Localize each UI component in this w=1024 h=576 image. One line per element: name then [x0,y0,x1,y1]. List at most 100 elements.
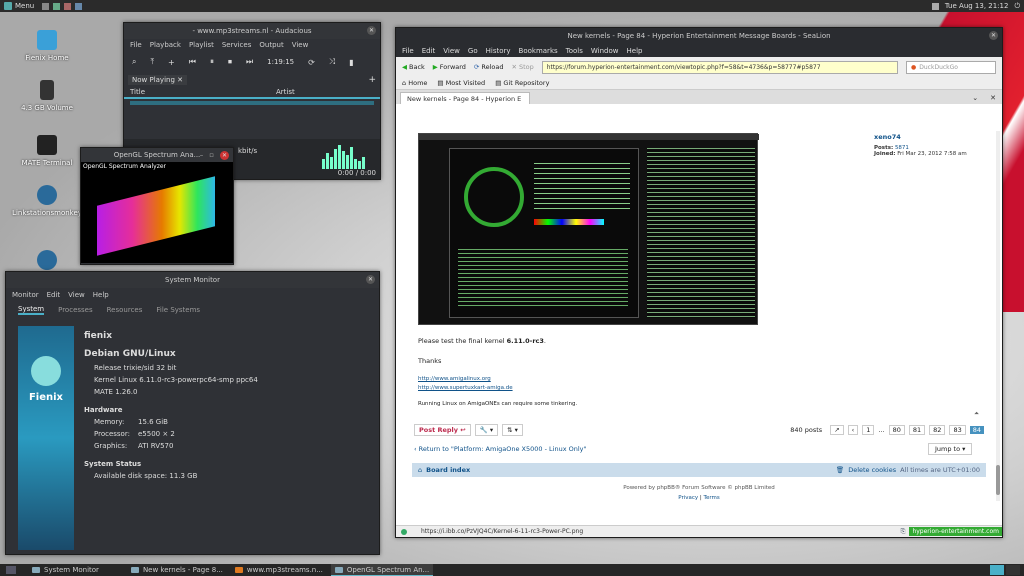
close-tab-icon[interactable]: ✕ [990,94,996,102]
menu-view[interactable]: View [443,47,460,55]
menu-help[interactable]: Help [627,47,643,55]
stop-icon[interactable]: ⏹ [228,57,232,67]
post-author[interactable]: xeno74 [874,133,901,141]
bookmark-home[interactable]: ⌂ Home [402,79,427,87]
forward-button[interactable]: ▶ Forward [433,63,466,71]
clock[interactable]: Tue Aug 13, 21:12 [945,2,1009,10]
maximize-icon[interactable]: ▫ [209,151,214,160]
jump-to-button[interactable]: Jump to ▾ [928,443,973,455]
menu-view[interactable]: View [68,291,85,299]
board-index-link[interactable]: Board index [426,466,470,474]
workspace-1[interactable] [990,565,1004,575]
menu-button[interactable]: Menu [15,2,34,10]
desktop-icon-gear2[interactable] [12,250,82,270]
browser-titlebar[interactable]: New kernels - Page 84 - Hyperion Enterta… [396,28,1002,44]
menu-bookmarks[interactable]: Bookmarks [519,47,558,55]
menu-edit[interactable]: Edit [422,47,436,55]
page-83[interactable]: 83 [949,425,966,435]
tab-file-systems[interactable]: File Systems [156,306,200,314]
menu-window[interactable]: Window [591,47,619,55]
menu-help[interactable]: Help [93,291,109,299]
menu-icon[interactable] [4,2,12,10]
back-button[interactable]: ◀ Back [402,63,425,71]
menu-file[interactable]: File [130,41,142,49]
terms-link[interactable]: Terms [704,495,720,501]
taskbar-item-system-monitor[interactable]: System Monitor [28,564,103,576]
power-icon[interactable]: ⏻ [1014,2,1020,11]
previous-icon[interactable]: ⏮ [189,57,196,67]
print-view-icon[interactable]: ↗ [830,425,844,435]
menu-playlist[interactable]: Playlist [189,41,214,49]
search-input[interactable]: ● DuckDuckGo [906,60,996,74]
list-all-tabs-icon[interactable]: ⌄ [972,94,978,102]
tab-system[interactable]: System [18,305,45,315]
bookmark-most-visited[interactable]: ▤ Most Visited [437,79,485,87]
add-playlist-icon[interactable]: + [368,75,376,85]
reload-button[interactable]: ⟳ Reload [474,63,504,71]
privacy-link[interactable]: Privacy [678,495,698,501]
close-icon[interactable]: ✕ [367,26,376,35]
minimize-icon[interactable]: – [200,151,204,160]
workspace-2[interactable] [1006,565,1020,575]
page-scrollbar[interactable] [996,131,1000,501]
tab-processes[interactable]: Processes [58,306,93,314]
add-icon[interactable]: + [168,58,175,67]
prev-page-icon[interactable]: ‹ [847,425,859,435]
repeat-icon[interactable]: ⟳ [308,58,315,67]
stop-button[interactable]: ✕ Stop [512,63,534,71]
close-icon[interactable]: ✕ [220,151,229,160]
menu-file[interactable]: File [402,47,414,55]
menu-monitor[interactable]: Monitor [12,291,39,299]
return-link[interactable]: ‹ Return to "Platform: AmigaOne X5000 - … [414,445,586,453]
back-to-top-icon[interactable]: ⏶ [974,409,979,418]
taskbar-item-audacious[interactable]: www.mp3streams.n... [231,564,327,576]
playlist-row[interactable] [130,101,374,105]
launcher-icons[interactable] [42,2,83,10]
page-84[interactable]: 84 [969,426,984,434]
close-icon[interactable]: ✕ [989,31,998,40]
audacious-titlebar[interactable]: - www.mp3streams.nl - Audacious ✕ [124,23,380,39]
bookmark-git[interactable]: ▤ Git Repository [495,79,549,87]
page-80[interactable]: 80 [888,425,905,435]
menu-edit[interactable]: Edit [47,291,61,299]
stop-after-icon[interactable]: ▮ [349,58,353,67]
pause-icon[interactable]: ⏸ [210,57,214,67]
tab-new-kernels[interactable]: New kernels - Page 84 - Hyperion E [400,92,530,104]
tools-button[interactable]: 🔧 ▾ [474,424,499,436]
desktop-icon-volume[interactable]: 4.3 GB Volume [12,80,82,112]
tab-now-playing[interactable]: Now Playing ✕ [128,75,187,85]
sysmon-titlebar[interactable]: System Monitor ✕ [6,272,379,288]
next-icon[interactable]: ⏭ [246,57,253,67]
column-title[interactable]: Title [130,88,276,96]
open-icon[interactable]: ⤒ [150,57,154,67]
page-81[interactable]: 81 [908,425,926,435]
page-1[interactable]: 1 [862,425,875,435]
show-desktop-icon[interactable] [6,566,16,574]
delete-cookies-link[interactable]: Delete cookies [848,466,896,474]
column-artist[interactable]: Artist [276,88,295,96]
taskbar-item-spectrum[interactable]: OpenGL Spectrum An... [330,564,434,576]
menu-services[interactable]: Services [222,41,252,49]
search-icon[interactable]: ⌕ [132,57,136,67]
addon-icon[interactable]: ⎘ [901,528,906,536]
tray-icon[interactable] [931,2,939,10]
post-reply-button[interactable]: Post Reply ↩ [414,424,471,436]
shuffle-icon[interactable]: ⤨ [329,57,335,67]
close-icon[interactable]: ✕ [366,275,375,284]
signature-link-supertuxkart[interactable]: http://www.supertuxkart-amiga.de [418,385,513,391]
menu-tools[interactable]: Tools [566,47,583,55]
menu-history[interactable]: History [486,47,511,55]
desktop-icon-home[interactable]: Fienix Home [12,30,82,62]
menu-playback[interactable]: Playback [150,41,181,49]
desktop-icon-link[interactable]: Linkstationsmonkey [12,185,82,217]
menu-go[interactable]: Go [468,47,478,55]
site-identity[interactable]: hyperion-entertainment.com [909,527,1002,536]
tab-resources[interactable]: Resources [107,306,143,314]
desktop-icon-terminal[interactable]: MATE Terminal [12,135,82,167]
page-82[interactable]: 82 [929,425,946,435]
post-screenshot[interactable] [418,133,759,325]
menu-view[interactable]: View [292,41,309,49]
signature-link-amigalinux[interactable]: http://www.amigalinux.org [418,376,491,382]
taskbar-item-browser[interactable]: New kernels - Page 8... [127,564,227,576]
menu-output[interactable]: Output [259,41,283,49]
